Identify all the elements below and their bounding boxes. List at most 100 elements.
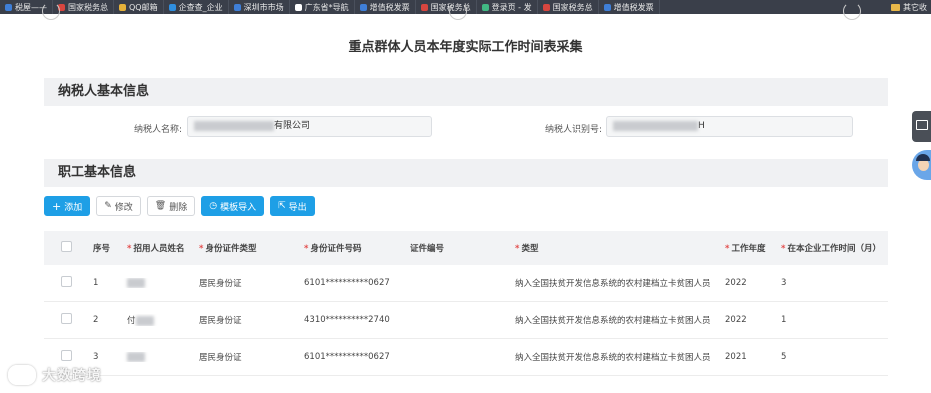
import-icon: ◷ xyxy=(209,201,218,211)
bookmark-item[interactable]: 增值税发票 xyxy=(355,0,416,14)
select-all-checkbox[interactable] xyxy=(61,241,72,252)
bookmark-item[interactable]: 国家税务总 xyxy=(416,0,477,14)
table-row[interactable]: 3 居民身份证 6101**********0627 纳入全国扶贫开发信息系统的农村建… xyxy=(44,339,888,376)
redacted-block xyxy=(613,120,698,131)
export-button[interactable]: ⇱ 导出 xyxy=(270,196,315,216)
bookmark-favicon-icon xyxy=(233,3,241,11)
cell-id-type: 居民身份证 xyxy=(199,353,242,363)
bookmark-label: 国家税务总 xyxy=(68,2,108,12)
bookmark-item[interactable]: QQ邮箱 xyxy=(114,0,164,14)
cell-index: 1 xyxy=(93,278,99,288)
bookmark-favicon-icon xyxy=(420,3,428,11)
row-checkbox[interactable] xyxy=(61,276,72,287)
cell-name xyxy=(123,277,195,289)
bookmark-favicon-icon xyxy=(359,3,367,11)
taxpayer-name-field[interactable]: 有限公司 xyxy=(187,116,432,137)
redacted-block xyxy=(135,315,154,326)
header-id-number: * 身份证件号码 xyxy=(304,244,362,254)
bookmark-favicon-icon xyxy=(168,3,176,11)
side-assistant-button[interactable] xyxy=(912,150,931,180)
folder-icon xyxy=(891,3,900,11)
taxpayer-id-value: H xyxy=(698,121,705,131)
bookmark-label: 广东省*导航 xyxy=(304,2,349,12)
cell-id-number: 4310**********2740 xyxy=(304,315,390,325)
bookmark-favicon-icon xyxy=(481,3,489,11)
bookmark-item[interactable]: 国家税务总 xyxy=(53,0,114,14)
avatar-hat xyxy=(916,154,930,161)
cell-year: 2022 xyxy=(725,315,747,325)
side-screen-button[interactable] xyxy=(912,111,931,142)
cell-id-type: 居民身份证 xyxy=(199,279,242,289)
cell-name xyxy=(123,351,195,363)
taxpayer-id-field[interactable]: H xyxy=(606,116,853,137)
cell-months: 1 xyxy=(781,315,787,325)
page-title: 重点群体人员本年度实际工作时间表采集 xyxy=(348,40,583,55)
cell-category: 纳入全国扶贫开发信息系统的农村建档立卡贫困人员 xyxy=(515,279,711,289)
watermark-logo-icon xyxy=(8,365,36,385)
bookmark-item[interactable]: 深圳市市场 xyxy=(229,0,290,14)
header-year: * 工作年度 xyxy=(725,244,766,254)
step-circle-icon xyxy=(449,2,467,20)
template-import-button[interactable]: ◷ 模板导入 xyxy=(201,196,265,216)
bookmark-item[interactable]: 登录页 - 发 xyxy=(477,0,538,14)
cell-year: 2022 xyxy=(725,278,747,288)
table-row[interactable]: 2 付 居民身份证 4310**********2740 纳入全国扶贫开发信息系统的农村… xyxy=(44,302,888,339)
cell-index: 2 xyxy=(93,315,99,325)
toolbar: + 添加 ✎ 修改 🗑 删除 ◷ 模板导入 ⇱ 导出 xyxy=(44,196,315,216)
trash-icon: 🗑 xyxy=(154,201,167,211)
cell-name: 付 xyxy=(123,314,195,326)
redacted-block xyxy=(194,120,274,131)
table-row[interactable]: 1 居民身份证 6101**********0627 纳入全国扶贫开发信息系统的农村建… xyxy=(44,265,888,302)
other-bookmarks[interactable]: 其它收 xyxy=(887,0,931,14)
cell-id-number: 6101**********0627 xyxy=(304,352,390,362)
table-header: 序号 * 招用人员姓名 * 身份证件类型 * 身份证件号码 证件编号 * 类型 * 工作年… xyxy=(44,231,888,265)
other-bookmarks-label: 其它收 xyxy=(903,2,927,12)
cell-category: 纳入全国扶贫开发信息系统的农村建档立卡贫困人员 xyxy=(515,316,711,326)
export-label: 导出 xyxy=(288,202,307,213)
edit-button[interactable]: ✎ 修改 xyxy=(96,196,141,216)
bookmark-label: 深圳市市场 xyxy=(243,2,284,12)
redacted-block xyxy=(127,351,145,362)
watermark-text: 大数跨境 xyxy=(42,368,102,384)
cell-year: 2021 xyxy=(725,352,747,362)
bookmark-item[interactable]: 国家税务总 xyxy=(538,0,599,14)
plus-icon: + xyxy=(52,199,62,213)
row-checkbox[interactable] xyxy=(61,313,72,324)
row-checkbox[interactable] xyxy=(61,350,72,361)
add-button[interactable]: + 添加 xyxy=(44,196,91,216)
cell-category: 纳入全国扶贫开发信息系统的农村建档立卡贫困人员 xyxy=(515,353,711,363)
bookmark-favicon-icon xyxy=(603,3,611,11)
step-circle-icon xyxy=(843,2,861,20)
redacted-block xyxy=(127,277,145,288)
bookmark-label: 企查查_企业 xyxy=(178,2,223,12)
bookmark-item[interactable]: 企查查_企业 xyxy=(164,0,229,14)
header-id-type: * 身份证件类型 xyxy=(199,244,257,254)
bookmark-label: 增值税发票 xyxy=(369,2,410,12)
employee-section-title: 职工基本信息 xyxy=(44,159,888,187)
bookmark-favicon-icon xyxy=(5,3,12,11)
cell-months: 3 xyxy=(781,278,787,288)
delete-label: 删除 xyxy=(169,202,188,213)
cell-id-type: 居民身份证 xyxy=(199,316,242,326)
header-cert-no: 证件编号 xyxy=(410,244,445,254)
header-name: * 招用人员姓名 xyxy=(127,244,185,254)
taxpayer-name-label: 纳税人名称: xyxy=(133,125,182,135)
bookmark-label: 国家税务总 xyxy=(552,2,593,12)
header-months: * 在本企业工作时间（月） xyxy=(781,244,881,254)
header-category: * 类型 xyxy=(515,244,539,254)
edit-label: 修改 xyxy=(114,202,133,213)
export-icon: ⇱ xyxy=(278,201,286,211)
table-body: 1 居民身份证 6101**********0627 纳入全国扶贫开发信息系统的农村建… xyxy=(44,265,888,376)
bookmark-favicon-icon xyxy=(294,3,302,11)
bookmark-item[interactable]: 广东省*导航 xyxy=(290,0,355,14)
cell-id-number: 6101**********0627 xyxy=(304,278,390,288)
cell-months: 5 xyxy=(781,352,787,362)
screen-icon xyxy=(916,120,928,130)
bookmark-item[interactable]: 增值税发票 xyxy=(599,0,660,14)
bookmark-label: QQ邮箱 xyxy=(129,2,158,12)
cell-name-text: 付 xyxy=(127,316,136,326)
add-label: 添加 xyxy=(64,202,83,213)
delete-button[interactable]: 🗑 删除 xyxy=(146,196,196,216)
taxpayer-section-title: 纳税人基本信息 xyxy=(44,78,888,106)
watermark: 大数跨境 xyxy=(8,365,102,385)
